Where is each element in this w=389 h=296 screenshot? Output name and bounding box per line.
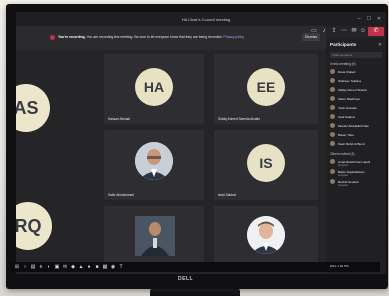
mic-icon[interactable]: ♪	[320, 27, 328, 35]
participant-name: Siddiq Ahmed Sharuk	[338, 88, 367, 92]
share-icon[interactable]: ⇪	[330, 27, 338, 35]
participant-row[interactable]: Bisser Yatur	[330, 131, 384, 139]
avatar	[330, 114, 335, 119]
chat-icon[interactable]: ✉	[350, 27, 358, 35]
window-title: HA Chair's Council meeting	[181, 17, 231, 22]
avatar	[330, 169, 335, 174]
chrome-icon[interactable]: ◐	[46, 264, 52, 270]
avatar-ha: HA	[135, 68, 173, 106]
participant-name: Rana Khaled	[338, 70, 356, 74]
tile-name: Siddiq Ahmed Saeeda Alnatiri	[218, 117, 260, 121]
app-icon[interactable]: ●	[86, 264, 92, 270]
title-bar: HA Chair's Council meeting – ☐ ✕	[16, 12, 386, 26]
participant-row[interactable]: Moutaz Abdulallah Nas	[330, 122, 384, 130]
mail-icon[interactable]: ✉	[62, 264, 68, 270]
video-stage: AS RQ HA Hassan Alsnadi EE Siddiq Ahmed …	[16, 50, 326, 274]
close-panel-icon[interactable]: ✕	[378, 42, 382, 48]
teams-window: HA Chair's Council meeting – ☐ ✕ You're …	[16, 12, 386, 274]
participant-name: Bisser Yatur	[338, 133, 355, 137]
minimize-button[interactable]: –	[356, 16, 362, 22]
invited-row[interactable]: Rachid Soudah Accepted	[330, 178, 384, 187]
maximize-button[interactable]: ☐	[366, 16, 372, 22]
participant-video	[135, 216, 175, 256]
more-icon[interactable]: ⋯	[340, 27, 348, 35]
participant-row[interactable]: Saher Mashhoor	[330, 95, 384, 103]
invited-row[interactable]: Bader Alqahdarbani Accepted	[330, 168, 384, 177]
avatar	[330, 87, 335, 92]
participant-name: Nasir Mohd Al Bund	[338, 142, 365, 146]
avatar	[330, 78, 335, 83]
side-avatar-rq[interactable]: RQ	[16, 202, 52, 250]
participant-name: Shaheen Sultana	[338, 79, 362, 83]
participant-name: Moutaz Abdulallah Nas	[338, 124, 369, 128]
search-icon[interactable]: ○	[22, 264, 28, 270]
participant-name: Israil Saidovi	[338, 115, 356, 119]
recording-text: You're recording. You are recording this…	[58, 35, 258, 39]
invite-status: Accepted	[338, 183, 348, 187]
invite-status: Accepted	[338, 173, 348, 177]
people-icon[interactable]: ☺	[359, 27, 367, 35]
app-icon[interactable]: ▦	[102, 264, 108, 270]
camera-icon[interactable]: ▭	[310, 27, 318, 35]
tile-name: Israil Saidovi	[218, 193, 237, 197]
in-meeting-section[interactable]: In this meeting (9)	[330, 62, 356, 66]
leave-call-button[interactable]: ✆	[368, 27, 384, 36]
dell-logo: DELL	[178, 276, 194, 282]
participant-row[interactable]: Shaheen Sultana	[330, 77, 384, 85]
participant-photo	[135, 142, 173, 180]
tile-name: Sabir Abdulmaned	[108, 193, 135, 197]
tile-name: Hassan Alsnadi	[108, 117, 130, 121]
recording-message: You are recording this meeting. Be sure …	[86, 35, 223, 39]
participant-row[interactable]: Rana Khaled	[330, 68, 384, 76]
avatar	[330, 132, 335, 137]
avatar	[330, 123, 335, 128]
close-window-button[interactable]: ✕	[376, 16, 382, 22]
participant-name: Saher Mashhoor	[338, 97, 361, 101]
edge-icon[interactable]: e	[38, 264, 44, 270]
task-view-icon[interactable]: ▤	[30, 264, 36, 270]
explorer-icon[interactable]: ▣	[54, 264, 60, 270]
monitor-stand	[150, 289, 240, 296]
teams-icon[interactable]: T	[118, 264, 124, 270]
windows-taskbar: ⊞ ○ ▤ e ◐ ▣ ✉ ◆ ▲ ● ■ ▦ ◉ T ENG 1:02 PM	[10, 262, 380, 272]
video-tile-ha[interactable]: HA Hassan Alsnadi	[104, 54, 204, 124]
meeting-toolbar: ▭ ♪ ⇪ ⋯ ✉ ☺ ✆	[306, 26, 386, 38]
app-icon[interactable]: ◆	[70, 264, 76, 270]
app-icon[interactable]: ▲	[78, 264, 84, 270]
app-icon[interactable]: ■	[94, 264, 100, 270]
participant-row[interactable]: Nasir Mohd Al Bund	[330, 140, 384, 148]
recording-dot-icon	[50, 35, 55, 40]
invite-input[interactable]: Invite someone	[330, 52, 382, 58]
avatar-ee: EE	[247, 68, 285, 106]
avatar	[330, 159, 335, 164]
invite-status: Accepted	[338, 163, 348, 167]
participant-row[interactable]: Yasin Hussain	[330, 104, 384, 112]
video-tile-sabir[interactable]: Sabir Abdulmaned	[104, 130, 204, 200]
avatar	[330, 69, 335, 74]
monitor-bezel: HA Chair's Council meeting – ☐ ✕ You're …	[6, 4, 388, 289]
recording-title: You're recording.	[58, 35, 86, 39]
participant-row[interactable]: Siddiq Ahmed Sharuk	[330, 86, 384, 94]
privacy-policy-link[interactable]: Privacy policy	[223, 35, 244, 39]
participant-photo	[247, 216, 285, 254]
start-icon[interactable]: ⊞	[14, 264, 20, 270]
participant-name: Yasin Hussain	[338, 106, 357, 110]
avatar	[330, 105, 335, 110]
recording-banner: You're recording. You are recording this…	[16, 26, 326, 50]
participant-row[interactable]: Israil Saidovi	[330, 113, 384, 121]
app-icon[interactable]: ◉	[110, 264, 116, 270]
avatar	[330, 96, 335, 101]
avatar-is: IS	[247, 144, 285, 182]
video-tile-ee[interactable]: EE Siddiq Ahmed Saeeda Alnatiri	[214, 54, 318, 124]
avatar	[330, 179, 335, 184]
avatar	[330, 141, 335, 146]
invited-row[interactable]: Amal Abdelrhman Hashi Accepted	[330, 158, 384, 167]
others-invited-section[interactable]: Others invited (3)	[330, 152, 354, 156]
side-avatar-as[interactable]: AS	[16, 84, 50, 132]
panel-title: Participants	[330, 42, 357, 47]
video-tile-is[interactable]: IS Israil Saidovi	[214, 130, 318, 200]
participants-panel: Participants ✕ Invite someone In this me…	[326, 38, 386, 274]
system-tray[interactable]: ENG 1:02 PM	[330, 264, 349, 268]
